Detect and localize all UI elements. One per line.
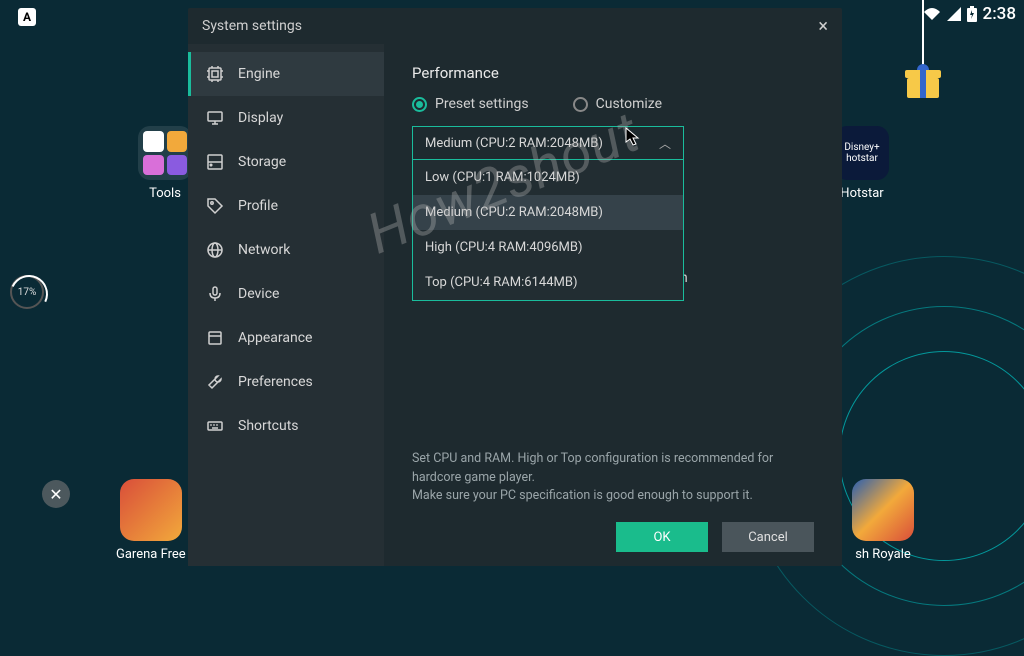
- dropdown-option-low[interactable]: Low (CPU:1 RAM:1024MB): [413, 160, 683, 195]
- sidebar-item-label: Display: [238, 110, 283, 126]
- radio-preset-settings[interactable]: Preset settings: [412, 96, 529, 112]
- battery-icon: [967, 6, 977, 22]
- dropdown-option-high[interactable]: High (CPU:4 RAM:4096MB): [413, 230, 683, 265]
- sidebar-item-label: Device: [238, 286, 279, 302]
- desktop-game-royale[interactable]: sh Royale: [852, 479, 914, 562]
- square-icon: [206, 329, 224, 347]
- desktop-icon-label: Tools: [149, 186, 181, 201]
- sidebar-item-label: Storage: [238, 154, 286, 170]
- sidebar-item-display[interactable]: Display: [188, 96, 384, 140]
- dialog-title: System settings: [202, 18, 302, 34]
- settings-content: Performance Preset settings Customize Me…: [384, 44, 842, 566]
- settings-sidebar: Engine Display Storage Profile Network D…: [188, 44, 384, 566]
- dropdown-select[interactable]: Medium (CPU:2 RAM:2048MB) ︿: [412, 126, 684, 160]
- garena-icon: [120, 479, 182, 541]
- close-banner-button[interactable]: ✕: [42, 480, 70, 508]
- desktop-folder-tools[interactable]: Tools: [138, 126, 192, 201]
- drive-icon: [206, 153, 224, 171]
- cellular-icon: [947, 7, 961, 21]
- radio-icon: [412, 97, 427, 112]
- sidebar-item-preferences[interactable]: Preferences: [188, 360, 384, 404]
- desktop-icon-label: sh Royale: [855, 547, 911, 562]
- radio-label: Customize: [596, 96, 662, 112]
- progress-indicator[interactable]: 17%: [10, 275, 44, 309]
- sidebar-item-label: Engine: [238, 66, 280, 82]
- chevron-up-icon: ︿: [659, 135, 671, 152]
- sidebar-item-network[interactable]: Network: [188, 228, 384, 272]
- sidebar-item-label: Shortcuts: [238, 418, 299, 434]
- desktop-icon-label: Garena Free: [116, 547, 186, 562]
- wifi-icon: [923, 7, 941, 21]
- dropdown-option-top[interactable]: Top (CPU:4 RAM:6144MB): [413, 265, 683, 300]
- radio-customize[interactable]: Customize: [573, 96, 662, 112]
- sidebar-item-label: Appearance: [238, 330, 312, 346]
- cpu-icon: [206, 65, 224, 83]
- tag-icon: [206, 197, 224, 215]
- radio-icon: [573, 97, 588, 112]
- dialog-header: System settings ×: [188, 8, 842, 44]
- royale-icon: [852, 479, 914, 541]
- cancel-button[interactable]: Cancel: [722, 522, 814, 552]
- sidebar-item-label: Profile: [238, 198, 278, 214]
- sidebar-item-label: Network: [238, 242, 290, 258]
- dropdown-option-medium[interactable]: Medium (CPU:2 RAM:2048MB): [413, 195, 683, 230]
- radio-label: Preset settings: [435, 96, 529, 112]
- ok-button[interactable]: OK: [616, 522, 708, 552]
- dropdown-selected-value: Medium (CPU:2 RAM:2048MB): [425, 136, 603, 151]
- footer-help-text: Set CPU and RAM. High or Top configurati…: [412, 450, 814, 506]
- section-title: Performance: [412, 64, 814, 82]
- sidebar-item-engine[interactable]: Engine: [188, 52, 384, 96]
- preset-dropdown: Medium (CPU:2 RAM:2048MB) ︿ Low (CPU:1 R…: [412, 126, 684, 160]
- desktop-app-hotstar[interactable]: Disney+hotstar Hotstar: [835, 126, 889, 201]
- gift-icon[interactable]: [907, 78, 939, 106]
- desktop-game-garena[interactable]: Garena Free: [116, 479, 186, 562]
- dialog-close-button[interactable]: ×: [818, 16, 828, 37]
- monitor-icon: [206, 109, 224, 127]
- clock-text: 2:38: [983, 4, 1016, 24]
- sidebar-item-label: Preferences: [238, 374, 313, 390]
- sidebar-item-appearance[interactable]: Appearance: [188, 316, 384, 360]
- app-logo-icon: A: [18, 8, 36, 26]
- close-icon: ✕: [49, 485, 62, 504]
- sidebar-item-shortcuts[interactable]: Shortcuts: [188, 404, 384, 448]
- sidebar-item-device[interactable]: Device: [188, 272, 384, 316]
- sidebar-item-storage[interactable]: Storage: [188, 140, 384, 184]
- dropdown-list: Low (CPU:1 RAM:1024MB) Medium (CPU:2 RAM…: [412, 160, 684, 301]
- wrench-icon: [206, 373, 224, 391]
- sidebar-item-profile[interactable]: Profile: [188, 184, 384, 228]
- status-bar: 2:38: [923, 4, 1016, 24]
- keyboard-icon: [206, 417, 224, 435]
- globe-icon: [206, 241, 224, 259]
- cursor-icon: [625, 127, 641, 151]
- hotstar-icon: Disney+hotstar: [835, 126, 889, 180]
- mic-icon: [206, 285, 224, 303]
- desktop-icon-label: Hotstar: [840, 186, 883, 201]
- system-settings-dialog: System settings × Engine Display Storage…: [188, 8, 842, 566]
